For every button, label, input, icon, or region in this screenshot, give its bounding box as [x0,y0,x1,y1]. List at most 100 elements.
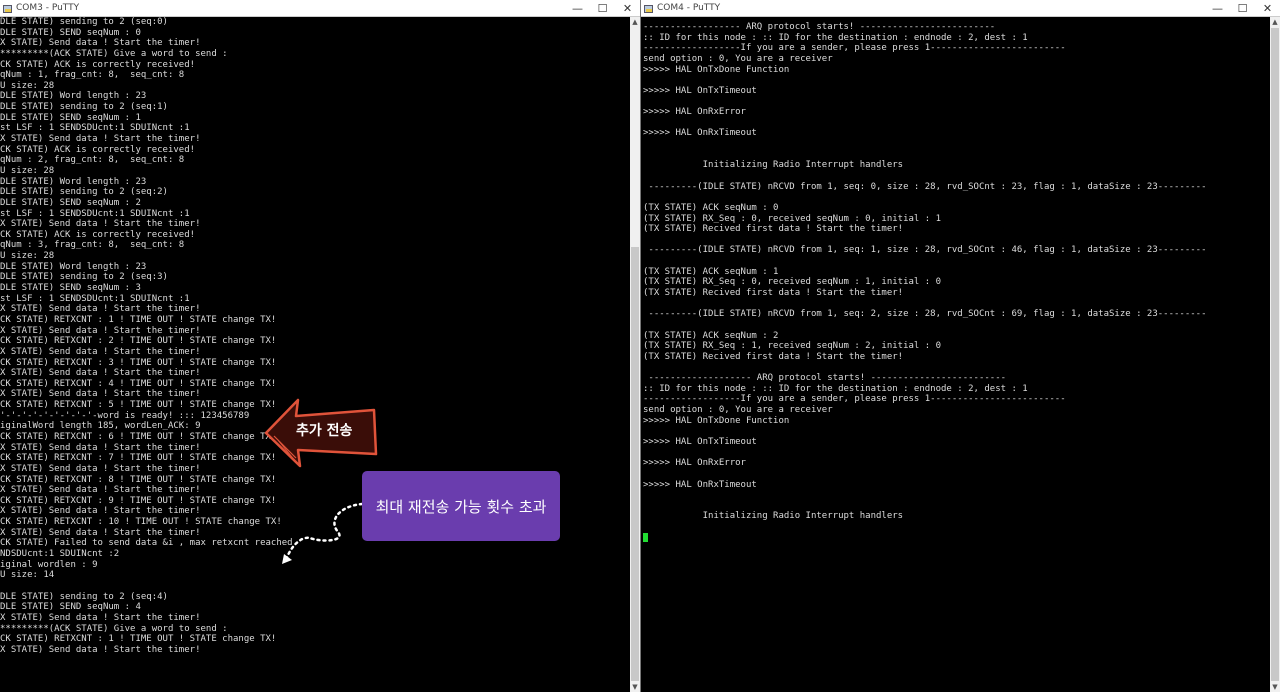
terminal-line: st LSF : 1 SENDSDUcnt:1 SDUINcnt :1 [0,293,190,304]
terminal-line: send option : 0, You are a receiver [643,53,833,64]
minimize-button[interactable]: — [1205,0,1230,16]
terminal-line: X STATE) Send data ! Start the timer! [0,346,201,357]
terminal-line: ------------------- ARQ protocol starts!… [643,373,1007,384]
scroll-down-icon[interactable]: ▼ [630,682,640,692]
terminal-line: DLE STATE) SEND seqNum : 1 [0,112,141,123]
terminal-line: :: ID for this node : :: ID for the dest… [643,32,1028,43]
terminal-line: CK STATE) RETXCNT : 4 ! TIME OUT ! STATE… [0,378,277,389]
terminal-line: (TX STATE) RX_Seq : 0, received seqNum :… [643,277,942,288]
scroll-down-icon[interactable]: ▼ [1270,682,1280,692]
terminal-line: U size: 28 [0,251,55,262]
terminal-line: DLE STATE) Word length : 23 [0,176,147,187]
scroll-thumb[interactable] [631,247,639,681]
terminal-line: (TX STATE) ACK seqNum : 0 [643,202,779,213]
terminal-line: U size: 28 [0,80,55,91]
terminal-line: DLE STATE) sending to 2 (seq:4) [0,591,168,602]
terminal-line: (TX STATE) ACK seqNum : 1 [643,266,779,277]
terminal-line: (TX STATE) Recived first data ! Start th… [643,351,904,362]
terminal-line: (TX STATE) RX_Seq : 1, received seqNum :… [643,341,942,352]
terminal-line: qNum : 1, frag_cnt: 8, seq_cnt: 8 [0,70,185,81]
terminal-line: X STATE) Send data ! Start the timer! [0,368,201,379]
text-cursor [643,532,648,542]
terminal-line: CK STATE) ACK is correctly received! [0,144,196,155]
terminal-line: CK STATE) ACK is correctly received! [0,59,196,70]
terminal-line: CK STATE) ACK is correctly received! [0,229,196,240]
terminal-line: ------------------If you are a sender, p… [643,43,1066,54]
terminal-line: X STATE) Send data ! Start the timer! [0,325,201,336]
terminal-line: X STATE) Send data ! Start the timer! [0,219,201,230]
terminal-line: DLE STATE) SEND seqNum : 0 [0,27,141,38]
terminal-line: DLE STATE) SEND seqNum : 4 [0,602,141,613]
vertical-scrollbar[interactable]: ▲ ▼ [630,17,640,692]
terminal-line: U size: 14 [0,570,55,581]
terminal-line: (TX STATE) RX_Seq : 0, received seqNum :… [643,213,942,224]
terminal-line: X STATE) Send data ! Start the timer! [0,304,201,315]
terminal-line: >>>>> HAL OnTxTimeout [643,85,757,96]
terminal-line: *********(ACK STATE) Give a word to send… [0,48,228,59]
terminal-line: ---------(IDLE STATE) nRCVD from 1, seq:… [643,181,1207,192]
window-title: COM4 - PuTTY [657,3,721,13]
terminal-line: DLE STATE) sending to 2 (seq:0) [0,17,168,27]
minimize-button[interactable]: — [565,0,590,16]
terminal-line: ------------------If you are a sender, p… [643,394,1066,405]
putty-icon [3,4,12,13]
dotted-arrow-icon [282,502,364,564]
putty-window-com4[interactable]: COM4 - PuTTY — ☐ ✕ ------------------ AR… [640,0,1280,692]
window-title: COM3 - PuTTY [16,3,80,13]
title-bar[interactable]: COM3 - PuTTY — ☐ ✕ [0,0,640,17]
terminal-line: :: ID for this node : :: ID for the dest… [643,383,1028,394]
scroll-up-icon[interactable]: ▲ [630,17,640,27]
title-bar[interactable]: COM4 - PuTTY — ☐ ✕ [641,0,1280,17]
vertical-scrollbar[interactable]: ▲ ▼ [1270,17,1280,692]
terminal-line: ------------------ ARQ protocol starts! … [643,22,996,32]
terminal-line: Initializing Radio Interrupt handlers [643,511,904,522]
terminal-line: >>>>> HAL OnTxTimeout [643,436,757,447]
terminal-line: *********(ACK STATE) Give a word to send… [0,623,228,634]
terminal-line: qNum : 2, frag_cnt: 8, seq_cnt: 8 [0,155,185,166]
terminal-line: qNum : 3, frag_cnt: 8, seq_cnt: 8 [0,240,185,251]
terminal-line: X STATE) Send data ! Start the timer! [0,134,201,145]
close-button[interactable]: ✕ [1255,0,1280,16]
close-button[interactable]: ✕ [615,0,640,16]
terminal-line: CK STATE) RETXCNT : 1 ! TIME OUT ! STATE… [0,634,277,645]
terminal-line: >>>>> HAL OnRxTimeout [643,128,757,139]
maximize-button[interactable]: ☐ [590,0,615,16]
scroll-up-icon[interactable]: ▲ [1270,17,1280,27]
retransmit-label: 추가 전송 [296,423,353,439]
terminal-line: (TX STATE) Recived first data ! Start th… [643,224,904,235]
terminal-line: send option : 0, You are a receiver [643,405,833,416]
terminal-line: >>>>> HAL OnTxDone Function [643,64,790,75]
terminal-line: CK STATE) RETXCNT : 3 ! TIME OUT ! STATE… [0,357,277,368]
terminal-output[interactable]: ------------------ ARQ protocol starts! … [641,22,1270,692]
terminal-line: DLE STATE) sending to 2 (seq:1) [0,102,168,113]
terminal-line: DLE STATE) SEND seqNum : 3 [0,283,141,294]
terminal-output[interactable]: DLE STATE) sending to 2 (seq:0) DLE STATE… [0,17,630,692]
terminal-line: DLE STATE) sending to 2 (seq:3) [0,272,168,283]
terminal-line: X STATE) Send data ! Start the timer! [0,644,201,655]
terminal-line: DLE STATE) Word length : 23 [0,261,147,272]
terminal-line: U size: 28 [0,165,55,176]
scroll-thumb[interactable] [1271,28,1279,681]
terminal-line: Initializing Radio Interrupt handlers [643,160,904,171]
terminal-line: (TX STATE) ACK seqNum : 2 [643,330,779,341]
maximize-button[interactable]: ☐ [1230,0,1255,16]
putty-window-com3[interactable]: COM3 - PuTTY — ☐ ✕ DLE STATE) sending to… [0,0,640,692]
